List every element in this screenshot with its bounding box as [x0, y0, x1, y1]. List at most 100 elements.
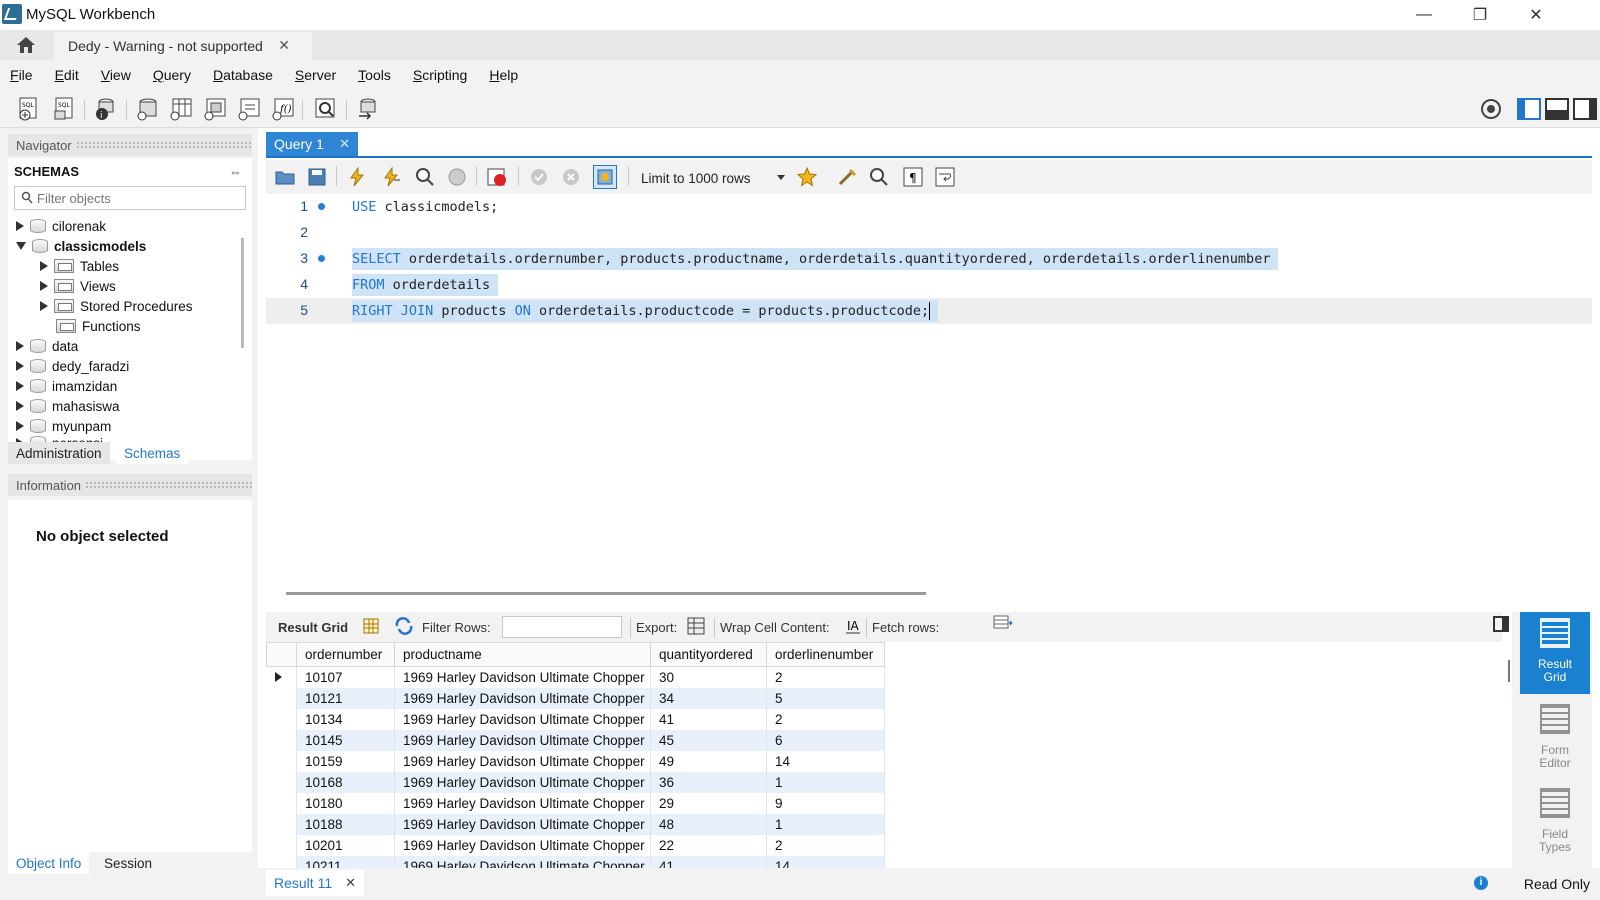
- grid-cell[interactable]: 1969 Harley Davidson Ultimate Chopper: [394, 792, 651, 814]
- search-table-data-icon[interactable]: [312, 96, 338, 122]
- grid-cell[interactable]: 30: [650, 666, 767, 688]
- table-row[interactable]: 10159 1969 Harley Davidson Ultimate Chopp…: [266, 750, 885, 772]
- explain-icon[interactable]: [414, 166, 436, 188]
- home-tab[interactable]: [0, 30, 52, 60]
- toggle-result-panel-icon[interactable]: [1493, 616, 1509, 632]
- find-replace-icon[interactable]: [868, 166, 890, 188]
- table-row[interactable]: 10134 1969 Harley Davidson Ultimate Chopp…: [266, 708, 885, 730]
- word-wrap-icon[interactable]: [934, 166, 956, 188]
- tree-item-views[interactable]: Views: [40, 276, 116, 296]
- restore-button[interactable]: ❐: [1452, 0, 1508, 30]
- commit-icon[interactable]: [528, 166, 550, 188]
- schema-item-cilorenak[interactable]: cilorenak: [16, 216, 106, 236]
- table-row[interactable]: 10168 1969 Harley Davidson Ultimate Chopp…: [266, 771, 885, 793]
- grid-cell[interactable]: 2: [766, 666, 885, 688]
- grid-cell[interactable]: 1969 Harley Davidson Ultimate Chopper: [394, 729, 651, 751]
- menu-view[interactable]: View: [101, 67, 131, 83]
- close-connection-tab-icon[interactable]: ✕: [278, 37, 290, 54]
- expand-icon[interactable]: [40, 301, 48, 311]
- grid-cell[interactable]: 1969 Harley Davidson Ultimate Chopper: [394, 708, 651, 730]
- tab-result-11[interactable]: Result 11 ✕: [266, 870, 364, 896]
- table-row[interactable]: 10145 1969 Harley Davidson Ultimate Chopp…: [266, 729, 885, 751]
- connection-tab[interactable]: Dedy - Warning - not supported ✕: [54, 32, 312, 60]
- tab-administration[interactable]: Administration: [8, 442, 110, 464]
- menu-edit[interactable]: Edit: [55, 67, 79, 83]
- tab-session[interactable]: Session: [96, 852, 160, 874]
- grid-view-icon[interactable]: [362, 617, 380, 635]
- editor-horizontal-scrollbar[interactable]: [286, 592, 926, 595]
- expand-icon[interactable]: [16, 341, 24, 351]
- invisible-characters-icon[interactable]: ¶: [902, 166, 924, 188]
- collapse-icon[interactable]: [16, 242, 26, 250]
- schema-item-myunpam[interactable]: myunpam: [16, 416, 111, 436]
- tree-item-tables[interactable]: Tables: [40, 256, 119, 276]
- refresh-schemas-icon[interactable]: ⇔: [229, 164, 242, 179]
- expand-icon[interactable]: [16, 361, 24, 371]
- execute-icon[interactable]: [346, 166, 368, 188]
- menu-scripting[interactable]: Scripting: [413, 67, 467, 83]
- result-grid-scrollbar[interactable]: [1508, 660, 1510, 682]
- grid-cell[interactable]: 10134: [296, 708, 395, 730]
- field-types-view-button[interactable]: Field Types: [1520, 782, 1590, 864]
- grid-cell[interactable]: 2: [766, 834, 885, 856]
- menu-query[interactable]: Query: [153, 67, 191, 83]
- form-editor-view-button[interactable]: Form Editor: [1520, 698, 1590, 780]
- save-icon[interactable]: [306, 166, 328, 188]
- grid-cell[interactable]: 10201: [296, 834, 395, 856]
- grid-cell[interactable]: 10145: [296, 729, 395, 751]
- grid-cell[interactable]: 41: [650, 855, 767, 868]
- rollback-icon[interactable]: [560, 166, 582, 188]
- tab-query-1[interactable]: Query 1 ✕: [266, 132, 358, 156]
- column-header-productname[interactable]: productname: [394, 642, 651, 667]
- table-row[interactable]: 10180 1969 Harley Davidson Ultimate Chopp…: [266, 792, 885, 814]
- create-function-icon[interactable]: f(): [270, 96, 296, 122]
- grid-cell[interactable]: 10180: [296, 792, 395, 814]
- toggle-output-panel-icon[interactable]: [1544, 96, 1570, 122]
- filter-rows-input[interactable]: [502, 616, 622, 638]
- expand-icon[interactable]: [16, 221, 24, 231]
- grid-cell[interactable]: 10121: [296, 687, 395, 709]
- grid-cell[interactable]: 14: [766, 855, 885, 868]
- toggle-secondary-sidebar-icon[interactable]: [1572, 96, 1598, 122]
- grid-cell[interactable]: 6: [766, 729, 885, 751]
- column-header-quantityordered[interactable]: quantityordered: [650, 642, 767, 667]
- grid-cell[interactable]: 1969 Harley Davidson Ultimate Chopper: [394, 750, 651, 772]
- table-row[interactable]: 10211 1969 Harley Davidson Ultimate Chopp…: [266, 855, 885, 868]
- grid-cell[interactable]: 1969 Harley Davidson Ultimate Chopper: [394, 855, 651, 868]
- grid-cell[interactable]: 14: [766, 750, 885, 772]
- menu-help[interactable]: Help: [489, 67, 518, 83]
- grid-cell[interactable]: 41: [650, 708, 767, 730]
- create-view-icon[interactable]: [202, 96, 228, 122]
- tree-item-functions[interactable]: Functions: [56, 316, 141, 336]
- expand-icon[interactable]: [16, 421, 24, 431]
- grid-cell[interactable]: 49: [650, 750, 767, 772]
- schema-tree-scrollbar[interactable]: [241, 238, 244, 348]
- wrap-text-icon[interactable]: IA: [844, 617, 862, 635]
- stop-icon[interactable]: [446, 166, 468, 188]
- tab-schemas[interactable]: Schemas: [116, 442, 189, 464]
- table-row[interactable]: 10121 1969 Harley Davidson Ultimate Chopp…: [266, 687, 885, 709]
- tab-object-info[interactable]: Object Info: [8, 852, 90, 874]
- grid-cell[interactable]: 9: [766, 792, 885, 814]
- table-row[interactable]: 10107 1969 Harley Davidson Ultimate Chopp…: [266, 666, 885, 688]
- fetch-next-rows-icon[interactable]: [992, 614, 1014, 632]
- menu-server[interactable]: Server: [295, 67, 336, 83]
- autocommit-toggle-icon[interactable]: [593, 165, 617, 189]
- expand-icon[interactable]: [16, 381, 24, 391]
- minimize-button[interactable]: —: [1396, 0, 1452, 30]
- grid-cell[interactable]: 1: [766, 813, 885, 835]
- grid-cell[interactable]: 10211: [296, 855, 395, 868]
- inspector-icon[interactable]: i: [92, 96, 118, 122]
- grid-cell[interactable]: 1969 Harley Davidson Ultimate Chopper: [394, 834, 651, 856]
- open-file-icon[interactable]: [274, 166, 296, 188]
- refresh-results-icon[interactable]: [394, 617, 414, 635]
- grid-cell[interactable]: 10159: [296, 750, 395, 772]
- grid-cell[interactable]: 10168: [296, 771, 395, 793]
- grid-cell[interactable]: 34: [650, 687, 767, 709]
- grid-cell[interactable]: 29: [650, 792, 767, 814]
- table-row[interactable]: 10201 1969 Harley Davidson Ultimate Chopp…: [266, 834, 885, 856]
- column-header-orderlinenumber[interactable]: orderlinenumber: [766, 642, 885, 667]
- grid-cell[interactable]: 2: [766, 708, 885, 730]
- schema-item-data[interactable]: data: [16, 336, 78, 356]
- close-window-button[interactable]: ✕: [1508, 0, 1564, 30]
